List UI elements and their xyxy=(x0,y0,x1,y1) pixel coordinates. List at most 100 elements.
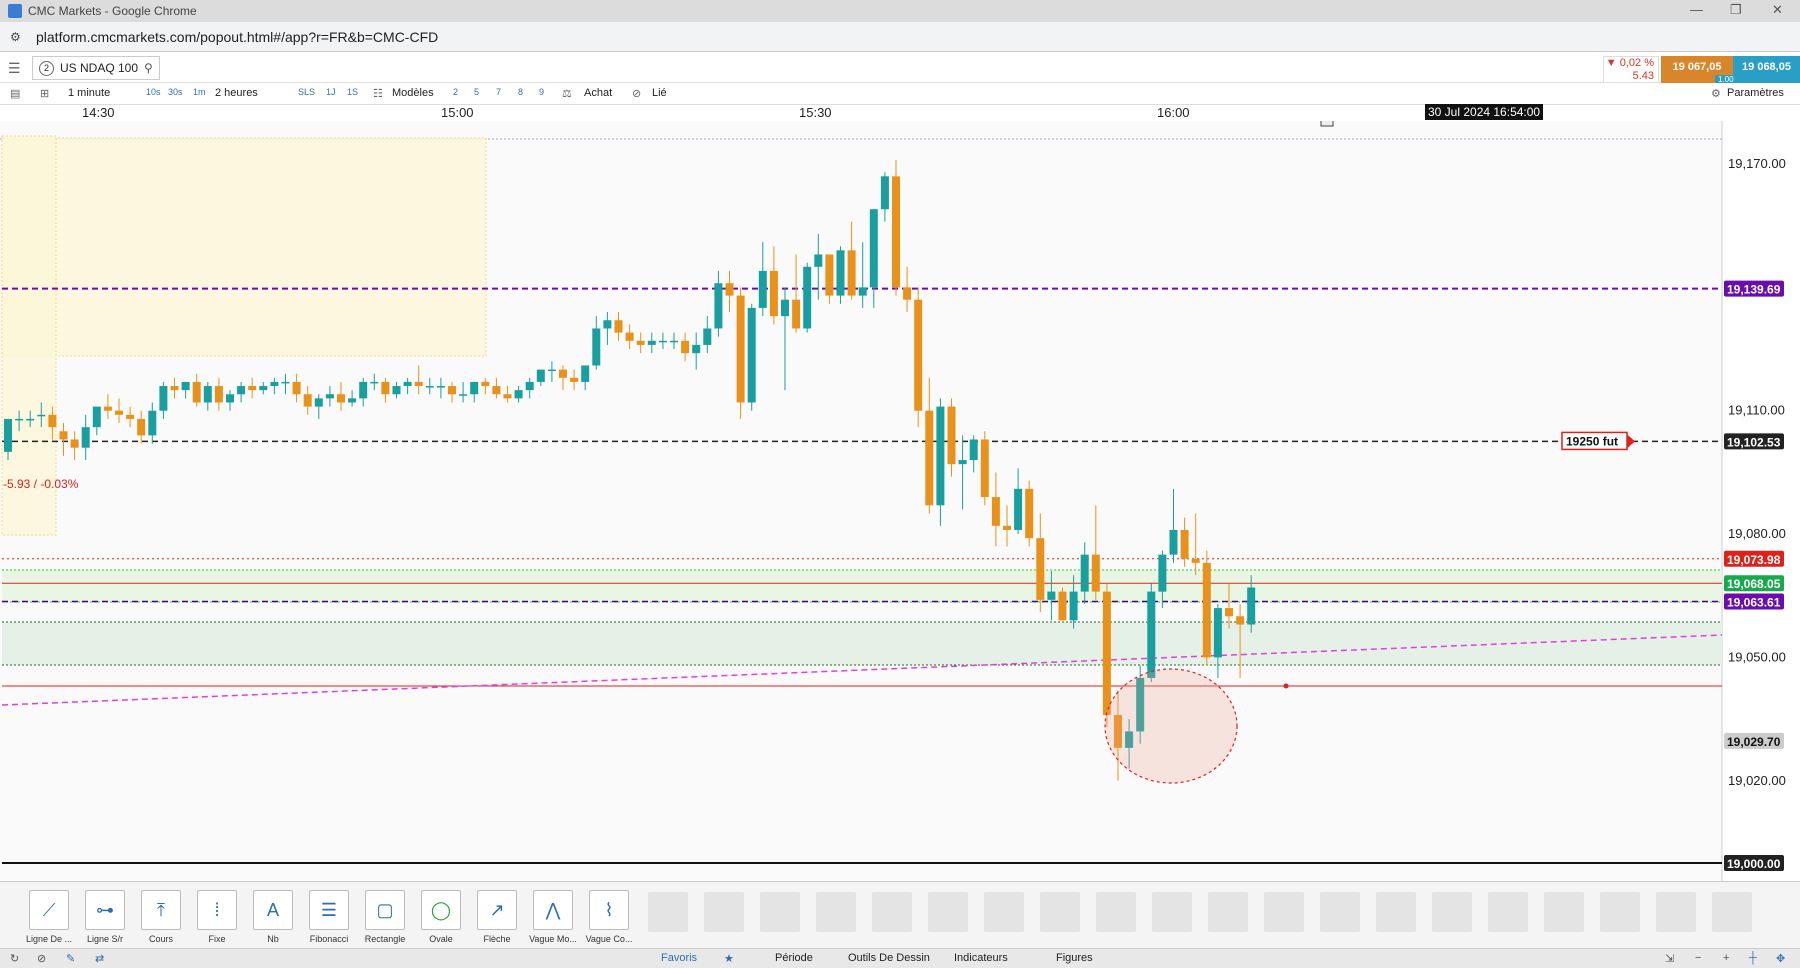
empty-tool-slot[interactable] xyxy=(1544,892,1584,932)
tool-corrective-wave[interactable]: ⌇ Vague Co... xyxy=(584,890,634,944)
tool-text[interactable]: A Nb xyxy=(248,890,298,944)
empty-tool-slot[interactable] xyxy=(1152,892,1192,932)
cursor-icon[interactable]: ⇄ xyxy=(95,952,104,965)
fixed-line-icon[interactable]: ⁞ xyxy=(197,890,237,930)
tab-indicators[interactable]: Indicateurs xyxy=(954,952,1008,964)
tool-rectangle[interactable]: ▢ Rectangle xyxy=(360,890,410,944)
corrective-wave-icon[interactable]: ⌇ xyxy=(589,890,629,930)
template-slot-7[interactable]: 7 xyxy=(496,87,501,97)
rectangle-icon[interactable]: ▢ xyxy=(365,890,405,930)
period-sls[interactable]: SLS xyxy=(298,87,315,97)
templates-button[interactable]: Modèles xyxy=(392,87,434,99)
tool-fibonacci[interactable]: ☰ Fibonacci xyxy=(304,890,354,944)
empty-tool-slot[interactable] xyxy=(760,892,800,932)
template-slot-8[interactable]: 8 xyxy=(518,87,523,97)
line-icon[interactable]: ⟋ xyxy=(29,890,69,930)
linked-button[interactable]: Lié xyxy=(652,87,667,99)
empty-tool-slot[interactable] xyxy=(1656,892,1696,932)
tab-period[interactable]: Période xyxy=(775,952,813,964)
empty-tool-slot[interactable] xyxy=(816,892,856,932)
period-1j[interactable]: 1J xyxy=(326,87,336,97)
empty-tool-slot[interactable] xyxy=(1432,892,1472,932)
star-icon[interactable]: ★ xyxy=(724,952,734,965)
fibonacci-icon[interactable]: ☰ xyxy=(309,890,349,930)
empty-tool-slot[interactable] xyxy=(1488,892,1528,932)
buy-button[interactable]: Achat xyxy=(584,87,612,99)
candle[interactable] xyxy=(736,287,745,419)
tab-favorites[interactable]: Favoris xyxy=(661,952,697,964)
url-field[interactable]: platform.cmcmarkets.com/popout.html#/app… xyxy=(36,29,438,45)
empty-tool-slot[interactable] xyxy=(1376,892,1416,932)
oval-icon[interactable]: ◯ xyxy=(421,890,461,930)
pencil-icon[interactable]: ✎ xyxy=(66,952,75,965)
candle[interactable] xyxy=(1025,480,1034,547)
period-1s[interactable]: 1S xyxy=(347,87,358,97)
empty-tool-slot[interactable] xyxy=(928,892,968,932)
fit-icon[interactable]: ⇲ xyxy=(1665,952,1674,965)
empty-tool-slot[interactable] xyxy=(1208,892,1248,932)
empty-tool-slot[interactable] xyxy=(704,892,744,932)
tool-price-line[interactable]: ⤒ Cours xyxy=(136,890,186,944)
interval-select[interactable]: 1 minute xyxy=(68,87,110,99)
candle[interactable] xyxy=(1202,550,1211,666)
zoom-out-icon[interactable]: − xyxy=(1695,952,1701,964)
gear-icon[interactable]: ⚙ xyxy=(1711,87,1721,100)
arrow-icon[interactable]: ↗ xyxy=(477,890,517,930)
site-settings-icon[interactable]: ⚙ xyxy=(10,30,24,44)
wave-icon[interactable]: ⋀ xyxy=(533,890,573,930)
empty-tool-slot[interactable] xyxy=(1600,892,1640,932)
move-icon[interactable]: ✥ xyxy=(1776,952,1785,965)
empty-tool-slot[interactable] xyxy=(648,892,688,932)
candle[interactable] xyxy=(1147,583,1156,683)
candle[interactable] xyxy=(836,246,845,304)
cancel-icon[interactable]: ⊘ xyxy=(37,952,46,965)
tool-wave[interactable]: ⋀ Vague Mo... xyxy=(528,890,578,944)
template-slot-9[interactable]: 9 xyxy=(539,87,544,97)
candle[interactable] xyxy=(892,159,900,296)
buy-price-button[interactable]: 19 068,05 xyxy=(1733,56,1800,84)
instrument-selector[interactable]: 2 US NDAQ 100 ⚲ xyxy=(32,56,160,80)
candle[interactable] xyxy=(980,431,989,506)
tool-support-resistance[interactable]: ⊶ Ligne S/r xyxy=(80,890,130,944)
tab-drawing-tools[interactable]: Outils De Dessin xyxy=(848,952,930,964)
candle[interactable] xyxy=(914,287,923,428)
text-icon[interactable]: A xyxy=(253,890,293,930)
chart-type-icon[interactable]: ▤ xyxy=(10,87,20,100)
tool-fixed-line[interactable]: ⁞ Fixe xyxy=(192,890,242,944)
tool-line[interactable]: ⟋ Ligne De ... xyxy=(24,890,74,944)
price-chart[interactable]: -5.93 / -0.03% 19250 fut 19,170.00 19,110.0… xyxy=(0,121,1800,881)
empty-tool-slot[interactable] xyxy=(984,892,1024,932)
highlight-zone[interactable] xyxy=(1,137,487,357)
interval-10s[interactable]: 10s xyxy=(146,87,161,97)
template-slot-2[interactable]: 2 xyxy=(453,87,458,97)
candle[interactable] xyxy=(1058,587,1067,621)
price-line-icon[interactable]: ⤒ xyxy=(141,890,181,930)
tool-oval[interactable]: ◯ Ovale xyxy=(416,890,466,944)
demand-zone[interactable] xyxy=(2,570,1722,602)
interval-30s[interactable]: 30s xyxy=(168,87,183,97)
settings-button[interactable]: Paramètres xyxy=(1727,87,1784,99)
candle[interactable] xyxy=(803,262,812,333)
template-slot-5[interactable]: 5 xyxy=(474,87,479,97)
interval-1m[interactable]: 1m xyxy=(193,87,206,97)
alert-label[interactable]: 19250 fut xyxy=(1566,434,1618,448)
crosshair-icon[interactable]: ┼ xyxy=(1749,952,1757,964)
candle[interactable] xyxy=(747,303,756,411)
zoom-in-icon[interactable]: + xyxy=(1723,952,1729,964)
period-select[interactable]: 2 heures xyxy=(215,87,258,99)
demand-zone[interactable] xyxy=(2,622,1722,665)
search-icon[interactable]: ⚲ xyxy=(144,61,153,75)
support-line-anchor[interactable] xyxy=(1283,683,1289,689)
empty-tool-slot[interactable] xyxy=(872,892,912,932)
support-resistance-icon[interactable]: ⊶ xyxy=(85,890,125,930)
tab-figures[interactable]: Figures xyxy=(1056,952,1093,964)
empty-tool-slot[interactable] xyxy=(1040,892,1080,932)
circle-annotation[interactable] xyxy=(1104,668,1238,784)
menu-icon[interactable]: ☰ xyxy=(8,60,21,77)
close-icon[interactable]: ✕ xyxy=(1772,2,1783,18)
empty-tool-slot[interactable] xyxy=(1712,892,1752,932)
empty-tool-slot[interactable] xyxy=(1320,892,1360,932)
highlight-zone[interactable] xyxy=(1,135,57,536)
empty-tool-slot[interactable] xyxy=(1096,892,1136,932)
tool-arrow[interactable]: ↗ Flèche xyxy=(472,890,522,944)
